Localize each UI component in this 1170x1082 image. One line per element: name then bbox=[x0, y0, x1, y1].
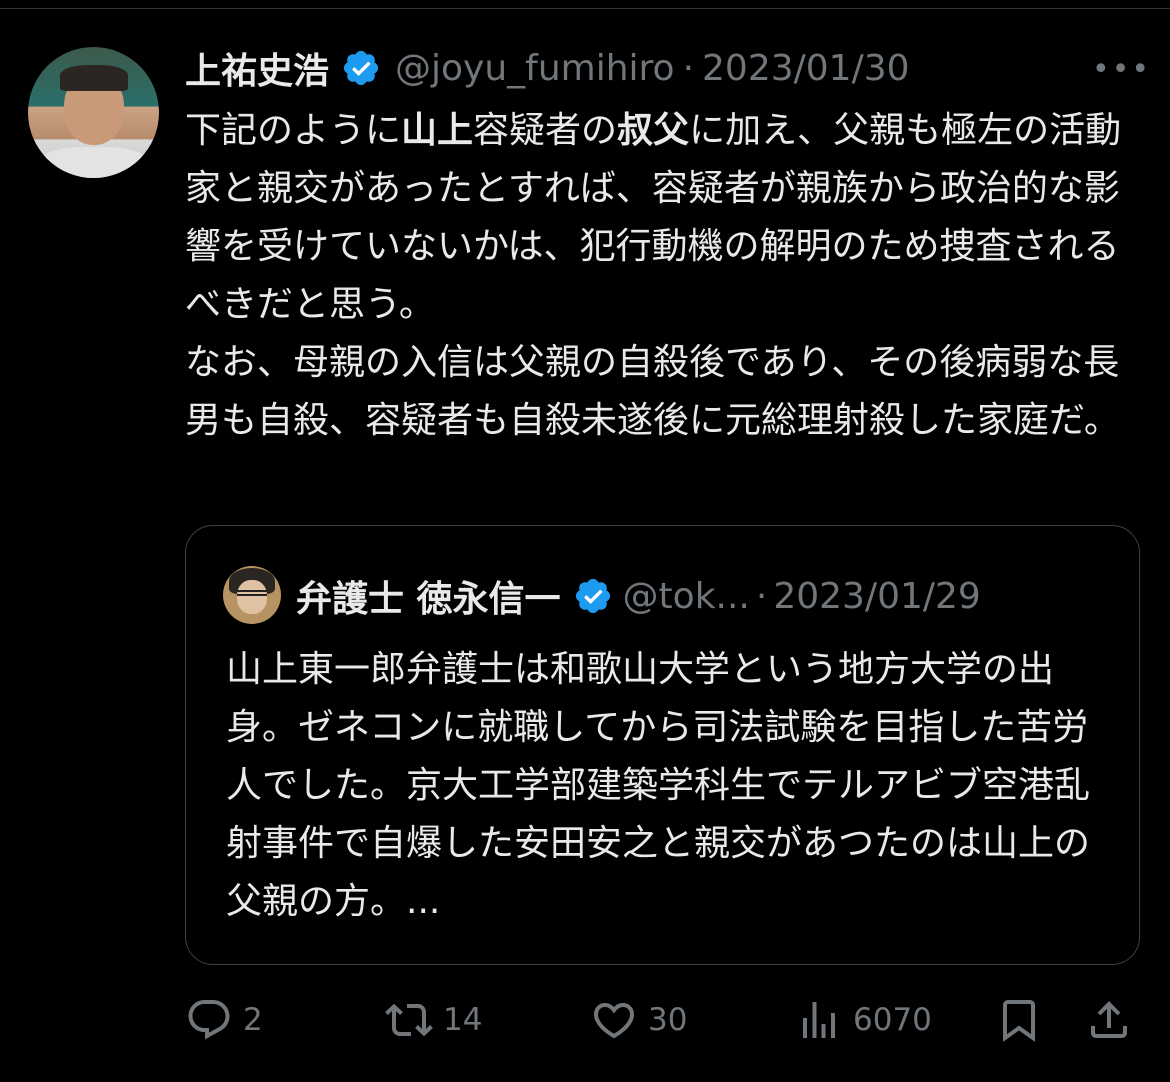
views-count: 6070 bbox=[853, 1002, 932, 1038]
quoted-tweet-body: 山上東一郎弁護士は和歌山大学という地方大学の出身。ゼネコンに就職してから司法試験… bbox=[226, 649, 1091, 922]
share-icon bbox=[1091, 1001, 1127, 1038]
top-divider bbox=[0, 8, 1170, 9]
views-button[interactable]: 6070 bbox=[795, 992, 932, 1048]
quoted-tweet-date: 2023/01/29 bbox=[773, 575, 981, 617]
reply-button[interactable]: 2 bbox=[185, 992, 263, 1048]
more-options-icon[interactable]: ••• bbox=[1092, 52, 1151, 87]
author-display-name[interactable]: 上祐史浩 bbox=[185, 42, 329, 94]
views-chart-icon bbox=[803, 1002, 835, 1038]
tweet-header: 上祐史浩 @joyu_fumihiro · 2023/01/30 bbox=[185, 40, 910, 96]
retweet-count: 14 bbox=[443, 1002, 483, 1038]
tweet-text-bold-uncle: 叔父 bbox=[617, 110, 690, 151]
author-avatar[interactable] bbox=[28, 47, 159, 178]
quoted-author-avatar bbox=[223, 566, 281, 624]
tweet-text-seg3: 容疑者の bbox=[473, 110, 618, 151]
quoted-verified-badge-icon bbox=[573, 576, 613, 616]
share-button[interactable] bbox=[1085, 992, 1143, 1048]
header-separator: · bbox=[682, 47, 695, 89]
tweet-text-seg1: 下記のように bbox=[185, 110, 402, 151]
quoted-author-display-name: 弁護士 徳永信一 bbox=[296, 579, 561, 620]
retweet-button[interactable]: 14 bbox=[385, 992, 482, 1048]
quoted-tweet-header: 弁護士 徳永信一 @tok... · 2023/01/29 bbox=[296, 568, 981, 624]
bookmark-icon bbox=[1003, 1000, 1035, 1042]
quoted-tweet-card[interactable]: 弁護士 徳永信一 @tok... · 2023/01/29 山上東一郎弁護士は和… bbox=[185, 525, 1140, 965]
reply-icon bbox=[188, 1000, 230, 1040]
tweet-date[interactable]: 2023/01/30 bbox=[702, 48, 910, 89]
retweet-icon bbox=[385, 1003, 433, 1037]
bookmark-button[interactable] bbox=[995, 992, 1053, 1048]
heart-icon bbox=[593, 1003, 635, 1039]
reply-count: 2 bbox=[243, 1002, 263, 1038]
quoted-author-handle: @tok... bbox=[622, 575, 750, 617]
tweet-paragraph-2: なお、母親の入信は父親の自殺後であり、その後病弱な長男も自殺、容疑者も自殺未遂後… bbox=[185, 342, 1120, 441]
verified-badge-icon bbox=[341, 48, 381, 88]
like-button[interactable]: 30 bbox=[590, 992, 687, 1048]
tweet-paragraph-1: 下記のように山上容疑者の叔父に加え、父親も極左の活動家と親交があったとすれば、容… bbox=[185, 102, 1125, 334]
like-count: 30 bbox=[648, 1002, 688, 1038]
tweet-body: 下記のように山上容疑者の叔父に加え、父親も極左の活動家と親交があったとすれば、容… bbox=[185, 102, 1125, 450]
quoted-header-separator: · bbox=[755, 575, 768, 617]
action-bar: 2 14 30 6070 bbox=[185, 992, 1145, 1048]
author-handle[interactable]: @joyu_fumihiro bbox=[395, 48, 675, 89]
tweet-text-bold-yamagami: 山上 bbox=[401, 110, 474, 151]
